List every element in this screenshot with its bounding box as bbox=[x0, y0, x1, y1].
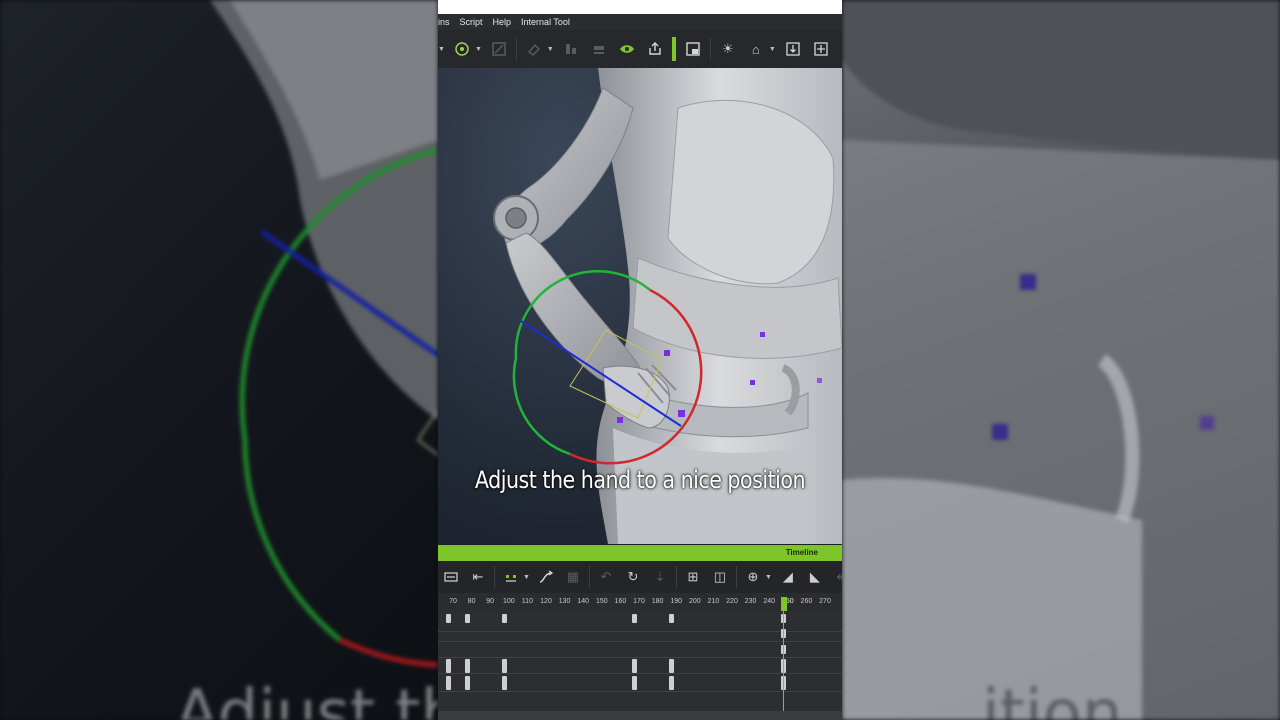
ruler-tick: 100 bbox=[502, 598, 515, 605]
keyframe[interactable] bbox=[465, 614, 470, 623]
ruler-tick: 190 bbox=[670, 598, 683, 605]
loop-icon[interactable]: ↻ bbox=[622, 566, 644, 588]
fit-icon[interactable] bbox=[782, 38, 804, 60]
ruler-tick: 140 bbox=[577, 598, 590, 605]
ruler-tick: 80 bbox=[467, 598, 476, 605]
ruler-tick: 120 bbox=[540, 598, 552, 605]
keyframe[interactable] bbox=[632, 614, 637, 623]
ruler-tick: 230 bbox=[744, 598, 757, 605]
menu-internal-tool[interactable]: Internal Tool bbox=[521, 14, 570, 30]
app-window: ins Script Help Internal Tool ▼ ▼ ▼ ☀ ⌂ … bbox=[438, 0, 842, 720]
keyframe[interactable] bbox=[669, 659, 674, 673]
sort-icon[interactable]: ⇣ bbox=[649, 566, 671, 588]
ruler-tick: 270 bbox=[819, 598, 831, 605]
toolbar-separator bbox=[515, 38, 517, 60]
curve-icon[interactable] bbox=[535, 566, 557, 588]
keyframe[interactable] bbox=[669, 676, 674, 690]
toolbar-separator bbox=[675, 566, 677, 588]
keyframe[interactable] bbox=[632, 676, 637, 690]
playhead-handle[interactable] bbox=[781, 597, 787, 611]
jump-range-icon[interactable]: ⇤ bbox=[467, 566, 489, 588]
frame-icon[interactable] bbox=[810, 38, 832, 60]
ruler-tick: 90 bbox=[486, 598, 495, 605]
light-icon[interactable]: ☀ bbox=[717, 38, 739, 60]
timeline-title: Timeline bbox=[785, 548, 818, 557]
split-icon[interactable]: ◫ bbox=[709, 566, 731, 588]
chevron-down-icon[interactable]: ▼ bbox=[769, 46, 776, 53]
ruler-tick: 220 bbox=[726, 598, 738, 605]
keyframe[interactable] bbox=[502, 676, 507, 690]
grid-icon[interactable]: ▦ bbox=[562, 566, 584, 588]
timeline-scrollbar[interactable] bbox=[438, 711, 842, 720]
background-right-art: ition bbox=[842, 0, 1280, 720]
align-icon[interactable] bbox=[560, 38, 582, 60]
chevron-down-icon[interactable]: ▼ bbox=[523, 574, 530, 581]
chevron-down-icon[interactable]: ▼ bbox=[475, 46, 482, 53]
menu-bar: ins Script Help Internal Tool bbox=[438, 14, 842, 30]
chevron-down-icon[interactable]: ▼ bbox=[765, 574, 772, 581]
chevron-down-icon[interactable]: ▼ bbox=[438, 46, 445, 53]
align2-icon[interactable] bbox=[588, 38, 610, 60]
toolbar-separator bbox=[588, 566, 590, 588]
main-toolbar: ▼ ▼ ▼ ☀ ⌂ ▼ bbox=[438, 30, 842, 68]
background-right-blur: ition bbox=[842, 0, 1280, 720]
playhead-line bbox=[783, 611, 784, 711]
menu-plugins[interactable]: ins bbox=[438, 14, 450, 30]
ruler-tick: 210 bbox=[707, 598, 720, 605]
svg-text:ition: ition bbox=[982, 677, 1122, 720]
prev-key-icon[interactable]: ◢ bbox=[777, 566, 799, 588]
menu-help[interactable]: Help bbox=[493, 14, 512, 30]
toolbar-separator bbox=[494, 566, 495, 588]
keyframe[interactable] bbox=[446, 614, 451, 623]
ruler-tick: 130 bbox=[558, 598, 571, 605]
ruler-tick: 160 bbox=[614, 598, 627, 605]
fit-range-icon[interactable] bbox=[440, 566, 462, 588]
home-icon[interactable]: ⌂ bbox=[745, 38, 767, 60]
viewport-icon[interactable] bbox=[682, 38, 704, 60]
export-icon[interactable] bbox=[644, 38, 666, 60]
keyframe[interactable] bbox=[669, 614, 674, 623]
ruler-tick: 70 bbox=[449, 598, 457, 605]
chevron-down-icon[interactable]: ▼ bbox=[547, 46, 554, 53]
key-filter-icon[interactable] bbox=[500, 566, 522, 588]
background-left-blur: Adjust the bbox=[0, 0, 438, 720]
ruler-tick: 240 bbox=[763, 598, 776, 605]
ruler-tick: 260 bbox=[800, 598, 813, 605]
keyframe[interactable] bbox=[502, 659, 507, 673]
toolbar-separator bbox=[735, 566, 737, 588]
title-strip bbox=[438, 0, 842, 14]
ruler-tick: 150 bbox=[595, 598, 608, 605]
zoom-icon[interactable]: ⊕ bbox=[742, 566, 764, 588]
rotate-icon[interactable] bbox=[451, 38, 473, 60]
undo-icon[interactable]: ↶ bbox=[595, 566, 617, 588]
eraser-icon[interactable] bbox=[523, 38, 545, 60]
timeline-toolbar: ⇤ ▼ ▦ ↶ ↻ ⇣ ⊞ ◫ ⊕ ▼ ◢ ◣ ⇹ bbox=[438, 561, 842, 593]
eye-icon[interactable] bbox=[616, 38, 638, 60]
next-key-icon[interactable]: ◣ bbox=[804, 566, 826, 588]
menu-script[interactable]: Script bbox=[460, 14, 483, 30]
ruler-tick: 110 bbox=[521, 598, 533, 605]
ruler-tick: 180 bbox=[651, 598, 664, 605]
keyframe[interactable] bbox=[632, 659, 637, 673]
toolbar-separator bbox=[709, 38, 711, 60]
3d-viewport[interactable]: Adjust the hand to a nice position bbox=[438, 68, 842, 544]
fit-all-icon[interactable]: ⇹ bbox=[831, 566, 842, 588]
timeline-playhead[interactable] bbox=[781, 597, 787, 712]
keyframe[interactable] bbox=[465, 659, 470, 673]
add-key-icon[interactable]: ⊞ bbox=[682, 566, 704, 588]
toolbar-accent-divider bbox=[671, 37, 676, 61]
keyframe[interactable] bbox=[446, 676, 451, 690]
background-left-art: Adjust the bbox=[175, 0, 438, 720]
svg-text:Adjust the: Adjust the bbox=[175, 677, 438, 720]
timeline-header: Timeline bbox=[438, 545, 842, 561]
ruler-tick: 170 bbox=[633, 598, 645, 605]
ruler-tick: 200 bbox=[688, 598, 701, 605]
keyframe[interactable] bbox=[502, 614, 507, 623]
keyframe[interactable] bbox=[465, 676, 470, 690]
screen: Adjust the ition ins Script Help Interna… bbox=[0, 0, 1280, 720]
scale-icon[interactable] bbox=[488, 38, 510, 60]
video-caption: Adjust the hand to a nice position bbox=[474, 466, 806, 494]
keyframe[interactable] bbox=[446, 659, 451, 673]
